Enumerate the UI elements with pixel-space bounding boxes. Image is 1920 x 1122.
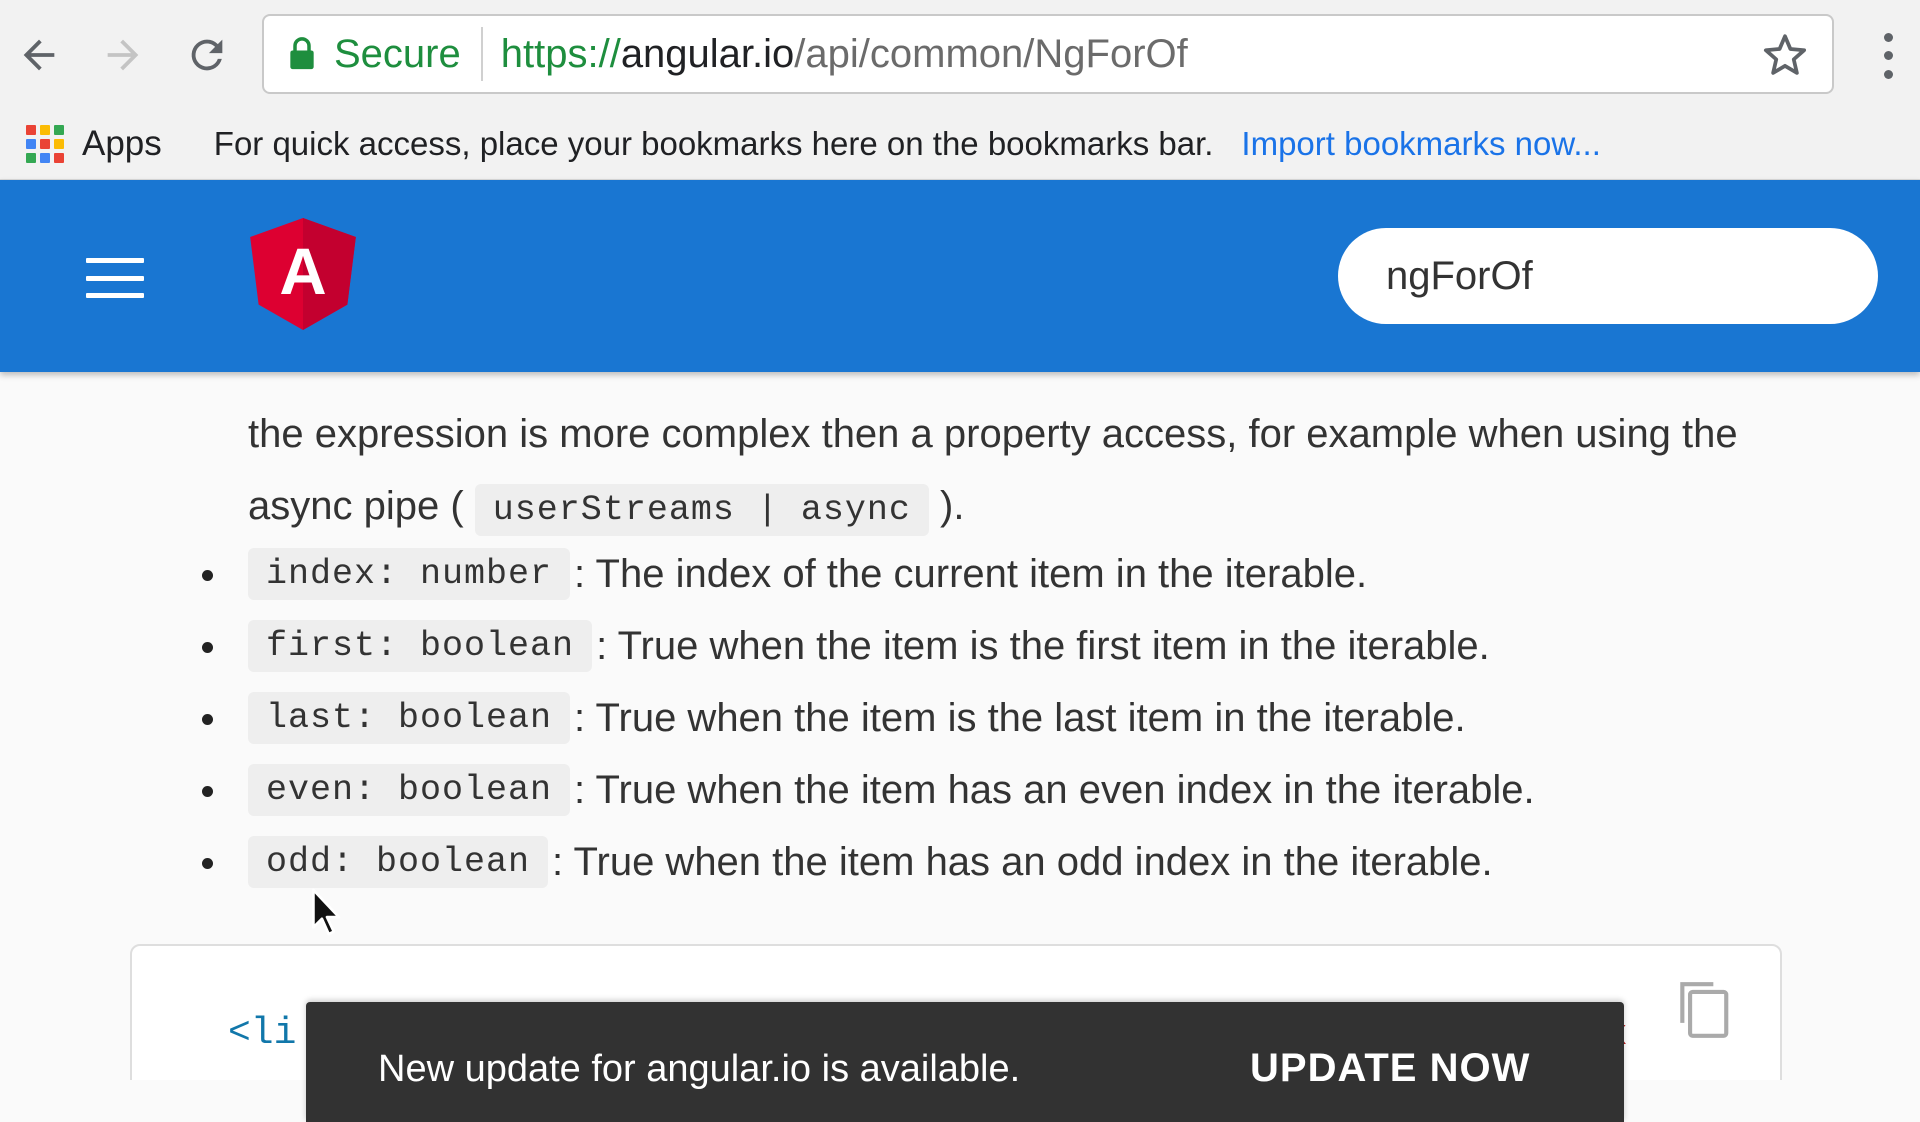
- inline-code: first: boolean: [248, 620, 593, 672]
- inline-code: odd: boolean: [248, 836, 549, 888]
- list-item: first: boolean: True when the item is th…: [202, 610, 1848, 682]
- secure-label: Secure: [334, 31, 461, 76]
- copy-icon[interactable]: [1672, 976, 1734, 1044]
- update-snackbar: New update for angular.io is available. …: [306, 1002, 1624, 1122]
- inline-code: userStreams | async: [474, 484, 929, 536]
- search-input[interactable]: [1338, 228, 1878, 324]
- hamburger-menu-icon[interactable]: [86, 258, 144, 298]
- angular-logo[interactable]: A: [250, 218, 356, 330]
- bookmarks-hint: For quick access, place your bookmarks h…: [213, 124, 1214, 162]
- bookmarks-bar: Apps For quick access, place your bookma…: [0, 108, 1920, 180]
- inline-code: even: boolean: [248, 764, 571, 816]
- site-header: A: [0, 180, 1920, 372]
- reload-icon: [191, 39, 223, 71]
- back-arrow-icon: [23, 39, 55, 71]
- forward-button[interactable]: [90, 22, 156, 88]
- list-item: even: boolean: True when the item has an…: [202, 754, 1848, 826]
- reload-button[interactable]: [174, 22, 240, 88]
- inline-code: last: boolean: [248, 692, 571, 744]
- bookmark-star-icon[interactable]: [1760, 30, 1810, 80]
- mouse-pointer-icon: [312, 888, 341, 936]
- list-item: odd: boolean: True when the item has an …: [202, 826, 1848, 898]
- context-variable-list: index: number: The index of the current …: [202, 538, 1848, 898]
- address-bar[interactable]: Secure https://angular.io/api/common/NgF…: [262, 14, 1834, 94]
- code-line: <li: [228, 1012, 297, 1055]
- apps-shortcut[interactable]: Apps: [82, 124, 162, 164]
- svg-text:A: A: [279, 235, 326, 308]
- snackbar-message: New update for angular.io is available.: [378, 1048, 1021, 1090]
- inline-code: index: number: [248, 548, 571, 600]
- list-item: last: boolean: True when the item is the…: [202, 682, 1848, 754]
- forward-arrow-icon: [107, 39, 139, 71]
- lock-icon: [288, 34, 318, 74]
- list-item: index: number: The index of the current …: [202, 538, 1848, 610]
- main-content: the expression is more complex then a pr…: [0, 372, 1920, 1080]
- omnibox-divider: [480, 27, 483, 81]
- back-button[interactable]: [6, 22, 72, 88]
- url-text[interactable]: https://angular.io/api/common/NgForOf: [501, 32, 1188, 77]
- browser-toolbar: Secure https://angular.io/api/common/NgF…: [0, 0, 1920, 108]
- browser-menu-icon[interactable]: [1868, 28, 1908, 84]
- apps-grid-icon[interactable]: [26, 124, 64, 163]
- update-now-button[interactable]: UPDATE NOW: [1250, 1046, 1530, 1091]
- description-paragraph: the expression is more complex then a pr…: [248, 398, 1768, 546]
- import-bookmarks-link[interactable]: Import bookmarks now...: [1241, 125, 1600, 163]
